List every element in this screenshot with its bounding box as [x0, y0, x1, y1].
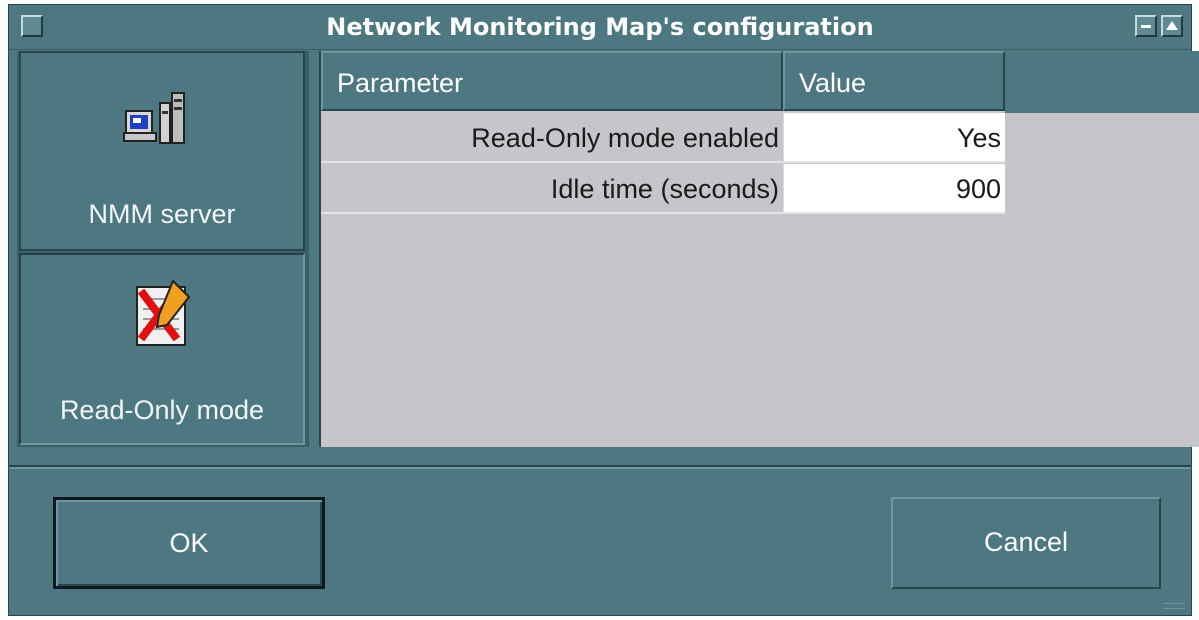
cancel-button[interactable]: Cancel: [891, 497, 1161, 589]
computer-server-icon: [123, 92, 185, 144]
value-cell[interactable]: Yes: [783, 113, 1005, 163]
value-cell[interactable]: 900: [783, 164, 1005, 214]
column-header-value[interactable]: Value: [783, 51, 1005, 111]
sidebar-item-nmm-server[interactable]: NMM server: [19, 51, 305, 251]
sidebar-item-label: Read-Only mode: [59, 395, 265, 425]
column-header-parameter[interactable]: Parameter: [321, 51, 783, 111]
ok-button[interactable]: OK: [53, 497, 325, 589]
table-row[interactable]: Idle time (seconds) 900: [321, 164, 1005, 214]
divider: [9, 465, 1191, 469]
sidebar-item-label: NMM server: [88, 199, 236, 229]
table-header: Parameter Value: [321, 51, 1005, 113]
parameter-cell: Read-Only mode enabled: [321, 113, 783, 163]
minimize-button[interactable]: [1135, 15, 1157, 37]
table-header-filler: [1005, 51, 1199, 113]
maximize-button[interactable]: [1161, 15, 1183, 37]
parameter-table: Parameter Value Read-Only mode enabled Y…: [319, 51, 1199, 447]
config-dialog: Network Monitoring Map's configuration N…: [8, 4, 1199, 616]
table-row[interactable]: Read-Only mode enabled Yes: [321, 113, 1005, 163]
title-bar[interactable]: Network Monitoring Map's configuration: [9, 5, 1191, 50]
read-only-edit-icon: [136, 279, 191, 346]
category-sidebar: NMM server Read-Only mode: [17, 51, 309, 447]
resize-grip[interactable]: [1163, 603, 1185, 609]
parameter-cell: Idle time (seconds): [321, 164, 783, 214]
sidebar-item-read-only-mode[interactable]: Read-Only mode: [19, 253, 305, 445]
window-title: Network Monitoring Map's configuration: [326, 13, 874, 41]
